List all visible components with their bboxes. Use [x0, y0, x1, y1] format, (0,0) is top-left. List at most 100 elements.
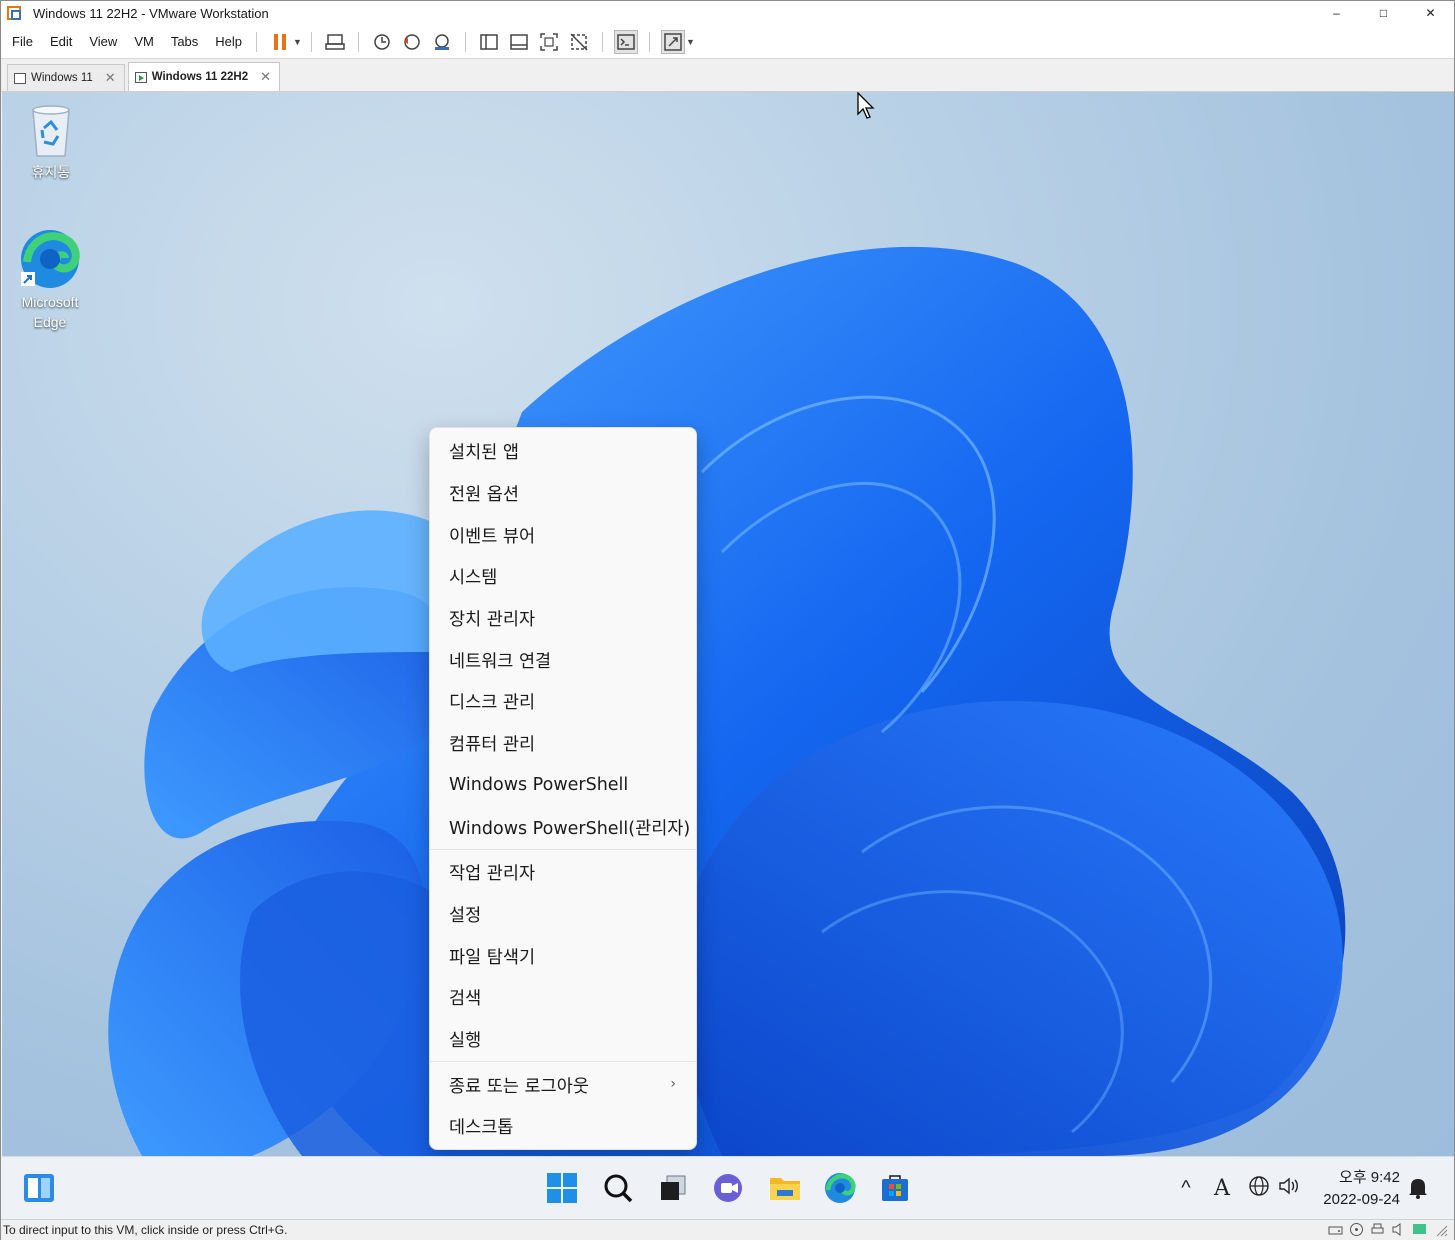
- wallpaper-bloom: [108, 246, 1346, 1156]
- tab-close-icon[interactable]: ✕: [105, 70, 116, 86]
- menu-item-installed-apps[interactable]: 설치된 앱: [430, 431, 696, 473]
- thumbnail-bar-icon[interactable]: [507, 30, 531, 54]
- menu-item-powershell-admin[interactable]: Windows PowerShell(관리자): [430, 806, 696, 848]
- menu-item-label: 종료 또는 로그아웃: [449, 1076, 589, 1097]
- toolbar-divider: [358, 31, 360, 52]
- volume-icon[interactable]: [1278, 1175, 1302, 1202]
- menu-item-disk-management[interactable]: 디스크 관리: [430, 681, 696, 723]
- device-status-icons: [1328, 1222, 1448, 1237]
- snapshot-icon[interactable]: [370, 30, 394, 54]
- menu-toolbar: File Edit View VM Tabs Help ▼ ▼: [1, 25, 1454, 59]
- menu-item-event-viewer[interactable]: 이벤트 뷰어: [430, 514, 696, 556]
- start-icon[interactable]: [545, 1171, 579, 1205]
- desktop-icon-recycle-bin[interactable]: 휴지통: [11, 104, 91, 182]
- show-library-icon[interactable]: [477, 30, 501, 54]
- network-globe-icon[interactable]: [1248, 1175, 1270, 1202]
- tab-windows-11-22h2[interactable]: Windows 11 22H2 ✕: [127, 62, 281, 91]
- cd-dvd-icon[interactable]: [1349, 1222, 1364, 1237]
- vmware-logo-icon: [7, 6, 21, 20]
- unity-icon[interactable]: [567, 30, 591, 54]
- desktop-icon-label: Microsoft Edge: [21, 294, 79, 330]
- show-hidden-icons-chevron-icon[interactable]: ^: [1174, 1177, 1198, 1200]
- minimize-button[interactable]: –: [1313, 1, 1360, 25]
- window-title: Windows 11 22H2 - VMware Workstation: [33, 5, 269, 21]
- taskbar: ^ A 오후 9:42 2022-09-24: [2, 1156, 1454, 1219]
- menu-item-desktop[interactable]: 데스크톱: [430, 1106, 696, 1148]
- tab-close-icon[interactable]: ✕: [260, 69, 271, 85]
- store-icon[interactable]: [878, 1171, 912, 1205]
- guest-desktop[interactable]: 휴지통 Microsoft Edge 설치된 앱 전원 옵션 이벤트 뷰어 시스…: [2, 92, 1454, 1156]
- printer-icon[interactable]: [1370, 1222, 1385, 1237]
- pause-dropdown-icon[interactable]: ▼: [293, 37, 303, 47]
- close-button[interactable]: ✕: [1407, 1, 1454, 25]
- mouse-cursor-icon: [857, 92, 875, 119]
- search-icon[interactable]: [601, 1171, 635, 1205]
- input-method-indicator[interactable]: A: [1210, 1176, 1234, 1201]
- console-view-icon[interactable]: [614, 29, 639, 54]
- tab-windows-11[interactable]: Windows 11 ✕: [7, 64, 125, 91]
- menu-item-powershell[interactable]: Windows PowerShell: [430, 765, 696, 807]
- sound-card-icon[interactable]: [1391, 1222, 1406, 1237]
- menu-divider: [430, 1061, 696, 1063]
- menu-tabs[interactable]: Tabs: [165, 34, 204, 49]
- menu-file[interactable]: File: [6, 34, 39, 49]
- clock-date: 2022-09-24: [1323, 1191, 1400, 1208]
- menu-help[interactable]: Help: [209, 34, 248, 49]
- desktop-icon-edge[interactable]: Microsoft Edge: [10, 228, 90, 332]
- menu-item-task-manager[interactable]: 작업 관리자: [430, 852, 696, 894]
- send-ctrl-alt-del-icon[interactable]: [323, 30, 347, 54]
- clock-time: 오후 9:42: [1339, 1169, 1400, 1186]
- menu-item-network-connections[interactable]: 네트워크 연결: [430, 639, 696, 681]
- pause-icon[interactable]: [268, 30, 292, 54]
- system-tray: ^ A: [1174, 1157, 1302, 1220]
- menu-item-run[interactable]: 실행: [430, 1019, 696, 1061]
- desktop-icon-label: 휴지통: [31, 164, 71, 180]
- status-bar: To direct input to this VM, click inside…: [1, 1219, 1454, 1240]
- recycle-bin-icon: [32, 105, 70, 157]
- notification-icon[interactable]: [1405, 1171, 1431, 1205]
- menu-item-system[interactable]: 시스템: [430, 556, 696, 598]
- hard-disk-icon[interactable]: [1328, 1222, 1343, 1237]
- full-screen-icon[interactable]: [537, 30, 561, 54]
- vmware-window: Windows 11 22H2 - VMware Workstation – □…: [0, 0, 1455, 1240]
- status-message: To direct input to this VM, click inside…: [3, 1223, 288, 1237]
- chat-icon[interactable]: [712, 1171, 746, 1205]
- stretch-dropdown-icon[interactable]: ▼: [686, 37, 696, 47]
- menu-item-device-manager[interactable]: 장치 관리자: [430, 598, 696, 640]
- menu-item-settings[interactable]: 설정: [430, 894, 696, 936]
- stretch-guest-icon[interactable]: [661, 29, 686, 54]
- tab-label: Windows 11 22H2: [151, 71, 249, 83]
- menu-divider: [430, 848, 696, 850]
- vm-icon: [14, 72, 26, 84]
- toolbar-divider: [311, 31, 313, 52]
- toolbar-divider: [256, 31, 258, 52]
- maximize-button[interactable]: □: [1360, 1, 1407, 25]
- tab-label: Windows 11: [31, 72, 93, 84]
- menu-item-file-explorer[interactable]: 파일 탐색기: [430, 935, 696, 977]
- menu-view[interactable]: View: [83, 34, 123, 49]
- title-bar: Windows 11 22H2 - VMware Workstation – □…: [1, 1, 1454, 25]
- file-explorer-icon[interactable]: [768, 1171, 802, 1205]
- toolbar-divider: [649, 31, 651, 52]
- vm-tabs: Windows 11 ✕ Windows 11 22H2 ✕: [1, 59, 1454, 92]
- taskbar-clock[interactable]: 오후 9:42 2022-09-24: [1323, 1167, 1400, 1211]
- message-log-icon[interactable]: [1412, 1222, 1427, 1237]
- vm-running-icon: [134, 71, 147, 83]
- menu-item-shutdown-signout[interactable]: 종료 또는 로그아웃 ›: [430, 1064, 696, 1106]
- winx-context-menu: 설치된 앱 전원 옵션 이벤트 뷰어 시스템 장치 관리자 네트워크 연결 디스…: [429, 427, 697, 1150]
- widgets-icon[interactable]: [22, 1171, 56, 1205]
- menu-edit[interactable]: Edit: [44, 34, 78, 49]
- menu-item-power-options[interactable]: 전원 옵션: [430, 473, 696, 515]
- chevron-right-icon: ›: [670, 1076, 676, 1093]
- snapshot-manager-icon[interactable]: [430, 30, 454, 54]
- edge-taskbar-icon[interactable]: [823, 1171, 857, 1205]
- revert-snapshot-icon[interactable]: [400, 30, 424, 54]
- menu-vm[interactable]: VM: [128, 34, 160, 49]
- edge-icon: [21, 230, 80, 288]
- task-view-icon[interactable]: [656, 1171, 690, 1205]
- menu-item-computer-management[interactable]: 컴퓨터 관리: [430, 723, 696, 765]
- menu-item-search[interactable]: 검색: [430, 977, 696, 1019]
- toolbar-divider: [602, 31, 604, 52]
- toolbar-divider: [465, 31, 467, 52]
- resize-grip-icon[interactable]: [1433, 1222, 1448, 1237]
